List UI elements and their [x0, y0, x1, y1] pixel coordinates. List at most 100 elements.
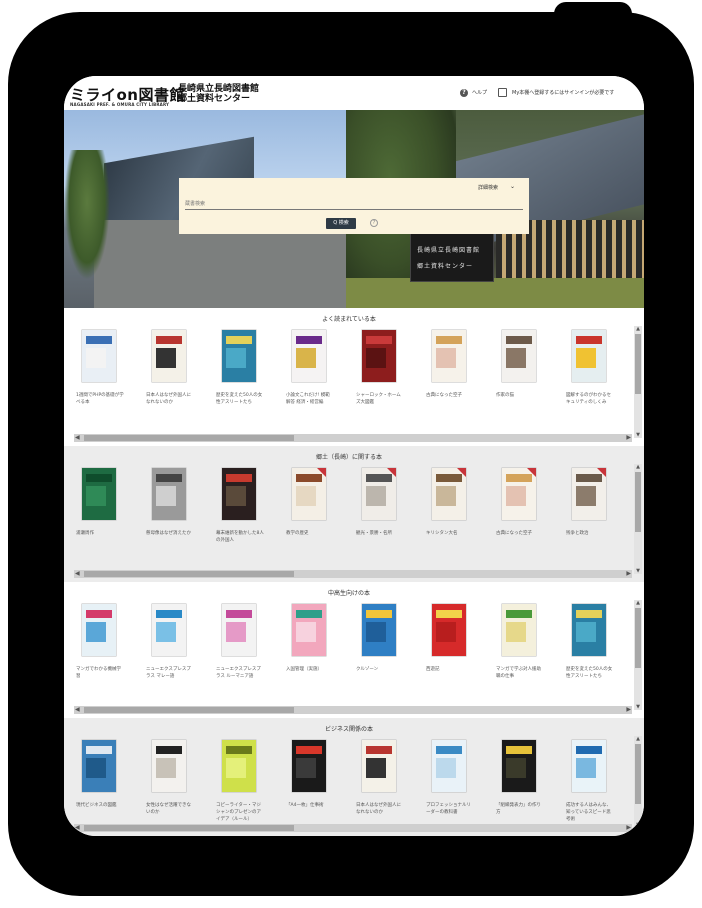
book-title[interactable]: マンガで学ぶ対人援助職の仕事	[496, 666, 544, 680]
book-cover[interactable]	[502, 740, 536, 792]
vertical-scrollbar[interactable]: ▲ ▼	[634, 600, 642, 710]
book-cover[interactable]	[292, 740, 326, 792]
book-title[interactable]: 「組織発表力」の作り方	[496, 802, 544, 816]
book-cover[interactable]	[152, 740, 186, 792]
scroll-right-arrow[interactable]: ▶	[626, 434, 631, 442]
book-cover[interactable]	[152, 468, 186, 520]
book-title[interactable]: 日本人はなぜ外国人になれないのか	[356, 802, 404, 816]
book-title[interactable]: 小論文これだけ! 模範解答 経済・経営編	[286, 392, 334, 406]
book-cover[interactable]	[292, 604, 326, 656]
horizontal-scrollbar[interactable]: ◀ ▶	[74, 706, 632, 714]
book-title[interactable]: 教学の歴史	[286, 530, 334, 537]
scroll-down-arrow[interactable]: ▼	[634, 568, 642, 574]
book-title[interactable]: 幕末維新を動かした8人の外国人	[216, 530, 264, 544]
book-icon[interactable]	[498, 88, 507, 97]
book-title[interactable]: ニューエクスプレスプラス マレー語	[146, 666, 194, 680]
scroll-left-arrow[interactable]: ◀	[75, 706, 80, 714]
book-title[interactable]: コピーライター・マジシャンのプレゼンのアイデア（ルール）	[216, 802, 264, 823]
book-cover[interactable]	[362, 330, 396, 382]
library-name[interactable]: 長崎県立長崎図書館 郷土資料センター	[178, 84, 259, 104]
horizontal-scrollbar[interactable]: ◀ ▶	[74, 824, 632, 832]
scroll-right-arrow[interactable]: ▶	[626, 570, 631, 578]
scroll-up-arrow[interactable]: ▲	[634, 326, 642, 332]
help-link[interactable]: ヘルプ	[472, 89, 487, 96]
scroll-thumb[interactable]	[635, 608, 641, 668]
horizontal-scrollbar[interactable]: ◀ ▶	[74, 570, 632, 578]
book-cover[interactable]	[432, 740, 466, 792]
book-cover[interactable]	[362, 468, 396, 520]
book-cover[interactable]	[572, 604, 606, 656]
book-title[interactable]: 古典になった空子	[426, 392, 474, 399]
book-title[interactable]: プロフェッショナルリーダーの教科書	[426, 802, 474, 816]
book-title[interactable]: 歴史を変えた50人の女性アスリートたち	[566, 666, 614, 680]
book-title[interactable]: 歴史を変えた50人の女性アスリートたち	[216, 392, 264, 406]
book-title[interactable]: 1週間でPHPの基礎が学べる本	[76, 392, 124, 406]
book-title[interactable]: ニューエクスプレスプラス ルーマニア語	[216, 666, 264, 680]
info-circle-icon[interactable]: ?	[370, 219, 378, 227]
book-cover[interactable]	[502, 604, 536, 656]
book-cover[interactable]	[82, 468, 116, 520]
book-title[interactable]: 浦瀬周作	[76, 530, 124, 537]
scroll-thumb[interactable]	[635, 334, 641, 394]
scroll-right-arrow[interactable]: ▶	[626, 706, 631, 714]
book-cover[interactable]	[222, 468, 256, 520]
book-title[interactable]: 現代ビジネスの図鑑	[76, 802, 124, 809]
book-cover[interactable]	[362, 604, 396, 656]
book-title[interactable]: 古典になった空子	[496, 530, 544, 537]
scroll-up-arrow[interactable]: ▲	[634, 736, 642, 742]
scroll-down-arrow[interactable]: ▼	[634, 432, 642, 438]
book-title[interactable]: 日本人はなぜ外国人になれないのか	[146, 392, 194, 406]
book-cover[interactable]	[572, 468, 606, 520]
horizontal-scrollbar[interactable]: ◀ ▶	[74, 434, 632, 442]
book-cover[interactable]	[152, 604, 186, 656]
book-title[interactable]: 西遊記	[426, 666, 474, 673]
scroll-up-arrow[interactable]: ▲	[634, 464, 642, 470]
book-cover[interactable]	[432, 468, 466, 520]
scroll-right-arrow[interactable]: ▶	[626, 824, 631, 832]
chevron-down-icon[interactable]: ⌄	[510, 183, 515, 190]
scroll-up-arrow[interactable]: ▲	[634, 600, 642, 606]
book-cover[interactable]	[292, 468, 326, 520]
book-title[interactable]: 慈母像はなぜ消えたか	[146, 530, 194, 537]
book-cover[interactable]	[432, 604, 466, 656]
book-cover[interactable]	[362, 740, 396, 792]
book-title[interactable]: 観光・景勝・名所	[356, 530, 404, 537]
book-cover[interactable]	[82, 604, 116, 656]
book-title[interactable]: 「A4一枚」仕事術	[286, 802, 334, 809]
search-button[interactable]: Q 検索	[326, 218, 356, 229]
scroll-thumb[interactable]	[84, 435, 294, 441]
vertical-scrollbar[interactable]: ▲ ▼	[634, 464, 642, 574]
book-title[interactable]: クルゾーン	[356, 666, 404, 673]
book-cover[interactable]	[222, 330, 256, 382]
search-input[interactable]	[185, 198, 523, 210]
book-title[interactable]: 図解するのがわかるセキュリティのしくみ	[566, 392, 614, 406]
book-cover[interactable]	[572, 330, 606, 382]
vertical-scrollbar[interactable]: ▲ ▼	[634, 326, 642, 438]
book-cover[interactable]	[292, 330, 326, 382]
scroll-left-arrow[interactable]: ◀	[75, 824, 80, 832]
scroll-left-arrow[interactable]: ◀	[75, 570, 80, 578]
scroll-thumb[interactable]	[635, 472, 641, 532]
book-title[interactable]: 作家の猫	[496, 392, 544, 399]
book-cover[interactable]	[82, 740, 116, 792]
book-title[interactable]: 入国管理（実施）	[286, 666, 334, 673]
scroll-down-arrow[interactable]: ▼	[634, 704, 642, 710]
help-circle-icon[interactable]: ?	[460, 89, 468, 97]
signin-prompt[interactable]: My本棚へ登録するにはサインインが必要です	[512, 89, 614, 96]
book-cover[interactable]	[502, 330, 536, 382]
book-title[interactable]: 残争と政治	[566, 530, 614, 537]
book-cover[interactable]	[222, 740, 256, 792]
scroll-thumb[interactable]	[84, 825, 294, 831]
book-cover[interactable]	[502, 468, 536, 520]
book-title[interactable]: キリシタン大名	[426, 530, 474, 537]
book-cover[interactable]	[152, 330, 186, 382]
scroll-thumb[interactable]	[84, 707, 294, 713]
scroll-down-arrow[interactable]: ▼	[634, 822, 642, 828]
book-cover[interactable]	[572, 740, 606, 792]
book-title[interactable]: シャーロック・ホームズ大図鑑	[356, 392, 404, 406]
book-title[interactable]: 女性はなぜ活躍できないのか	[146, 802, 194, 816]
scroll-left-arrow[interactable]: ◀	[75, 434, 80, 442]
book-title[interactable]: マンガでわかる機械学習	[76, 666, 124, 680]
book-title[interactable]: 成功する人はみんな、知っているスピード思考術	[566, 802, 614, 823]
advanced-search-link[interactable]: 詳細検索	[478, 184, 498, 191]
